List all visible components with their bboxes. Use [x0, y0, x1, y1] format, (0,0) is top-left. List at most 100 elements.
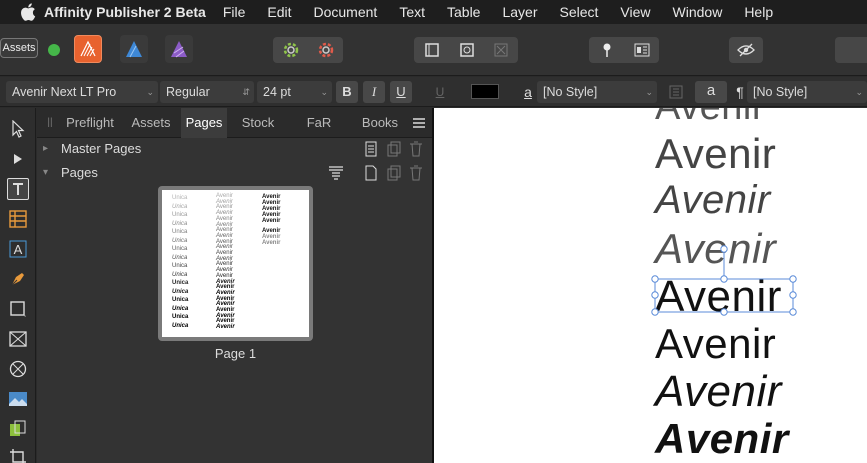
designer-persona-icon[interactable]: [120, 35, 148, 63]
underline-button[interactable]: U: [390, 81, 412, 103]
thumbnail-text-line: Unica: [172, 280, 189, 286]
selection-handle: [789, 275, 797, 283]
selection-handle: [789, 308, 797, 316]
italic-button[interactable]: I: [363, 81, 385, 103]
chevron-down-icon: ⌄: [320, 87, 328, 97]
context-toolbar: Avenir Next LT Pro ⌄ Regular ⇵ 24 pt ⌄ B I …: [0, 77, 867, 107]
menu-file[interactable]: File: [223, 4, 246, 20]
hide-icon[interactable]: [729, 37, 763, 63]
ellipse-frame-tool-icon[interactable]: [7, 358, 29, 380]
character-style-select[interactable]: [No Style] ⌄: [537, 81, 657, 103]
arrange-pages-icon[interactable]: [328, 165, 344, 181]
thumbnail-text-line: Unica: [172, 254, 188, 261]
menu-layer[interactable]: Layer: [502, 4, 537, 20]
view-bleed-icon[interactable]: [484, 43, 518, 57]
menu-help[interactable]: Help: [744, 4, 773, 20]
tools-panel: A: [0, 108, 36, 463]
delete-page-icon[interactable]: [409, 165, 423, 181]
table-tool-icon[interactable]: [7, 208, 29, 230]
frame-text-tool-icon[interactable]: [7, 178, 29, 200]
settings-gear-icon[interactable]: [273, 41, 308, 59]
snapping-gear-icon[interactable]: [308, 41, 343, 59]
main-toolbar: Assets: [0, 24, 867, 76]
tab-books[interactable]: Books: [351, 108, 409, 138]
node-tool-icon[interactable]: [7, 148, 29, 170]
menu-bar: Affinity Publisher 2 Beta File Edit Docu…: [0, 0, 867, 24]
status-dot: [48, 44, 60, 56]
strikethrough-icon[interactable]: U: [432, 81, 448, 103]
pen-tool-icon[interactable]: [7, 268, 29, 290]
page-thumbnail[interactable]: Unica Unica Unica Unica Unica Unica Unica Unica…: [158, 186, 313, 341]
thumbnail-text-line: Unica: [172, 220, 188, 227]
thumbnail-text-line: Unica: [172, 203, 188, 210]
paragraph-style-value: [No Style]: [753, 85, 808, 99]
font-family-select[interactable]: Avenir Next LT Pro ⌄: [6, 81, 158, 103]
thumbnail-text-line: Unica: [172, 271, 188, 278]
chevron-down-icon: ▾: [43, 167, 49, 178]
panel-menu-icon[interactable]: [409, 108, 429, 138]
selection-handle: [720, 275, 728, 283]
text-wrap-icon[interactable]: [624, 43, 659, 57]
chevron-down-icon: ⌄: [146, 87, 154, 97]
menu-table[interactable]: Table: [447, 4, 480, 20]
place-image-tool-icon[interactable]: [7, 388, 29, 410]
duplicate-master-icon[interactable]: [387, 141, 401, 157]
tab-far[interactable]: FaR: [289, 108, 349, 138]
rotation-handle: [720, 245, 728, 253]
selection-handle: [651, 308, 659, 316]
apple-logo-icon[interactable]: [20, 3, 36, 21]
preferences-group: [273, 37, 343, 63]
picture-frame-tool-icon[interactable]: [7, 328, 29, 350]
selection-handle: [789, 291, 797, 299]
menu-view[interactable]: View: [620, 4, 650, 20]
pages-label: Pages: [61, 165, 98, 180]
menu-edit[interactable]: Edit: [267, 4, 291, 20]
font-size-field[interactable]: 24 pt ⌄: [257, 81, 332, 103]
move-tool-icon[interactable]: [7, 118, 29, 140]
thumbnail-column-avenir-bold: Avenir Avenir Avenir Avenir Avenir Avenir Aven…: [262, 194, 280, 246]
thumbnail-text-line: Unica: [172, 288, 189, 295]
panel-grip-icon[interactable]: ||: [41, 108, 59, 138]
tab-assets[interactable]: Assets: [123, 108, 179, 138]
toolbar-overflow-button[interactable]: [835, 37, 867, 63]
add-page-icon[interactable]: [364, 165, 378, 181]
font-style-value: Regular: [166, 85, 210, 99]
master-pages-section[interactable]: ▸ Master Pages: [37, 137, 432, 161]
menu-document[interactable]: Document: [314, 4, 378, 20]
view-preview-icon[interactable]: [449, 42, 484, 58]
thumbnail-text-line: Unica: [172, 297, 189, 303]
photo-persona-icon[interactable]: [165, 35, 193, 63]
pin-icon[interactable]: [589, 42, 624, 58]
assets-button[interactable]: Assets: [0, 38, 38, 58]
studio-panel: || Preflight Assets Pages Stock FaR Book…: [37, 108, 432, 463]
thumbnail-text-line: Unica: [172, 314, 189, 320]
tab-preflight[interactable]: Preflight: [59, 108, 121, 138]
menu-select[interactable]: Select: [560, 4, 599, 20]
tab-stock[interactable]: Stock: [229, 108, 287, 138]
crop-tool-icon[interactable]: [7, 446, 29, 463]
font-style-select[interactable]: Regular ⇵: [160, 81, 254, 103]
add-master-icon[interactable]: [364, 141, 378, 157]
artistic-text-tool-icon[interactable]: A: [7, 238, 29, 260]
app-name[interactable]: Affinity Publisher 2 Beta: [44, 4, 206, 20]
paragraph-style-select[interactable]: [No Style] ⌄: [747, 81, 867, 103]
delete-master-icon[interactable]: [409, 141, 423, 157]
clear-style-icon[interactable]: [667, 83, 685, 101]
rectangle-tool-icon[interactable]: [7, 298, 29, 320]
pages-tool-icon[interactable]: [7, 418, 29, 440]
thumbnail-text-line: Unica: [172, 305, 189, 312]
menu-window[interactable]: Window: [673, 4, 723, 20]
tab-pages[interactable]: Pages: [181, 108, 227, 138]
thumbnail-text-line: Unica: [172, 237, 188, 244]
bold-button[interactable]: B: [336, 81, 358, 103]
menu-text[interactable]: Text: [399, 4, 425, 20]
duplicate-page-icon[interactable]: [387, 165, 401, 181]
pilcrow-icon: ¶: [736, 84, 744, 100]
view-normal-icon[interactable]: [414, 42, 449, 58]
pages-section[interactable]: ▾ Pages: [37, 161, 432, 185]
a-style-button[interactable]: a: [695, 81, 727, 103]
publisher-persona-icon[interactable]: [74, 35, 102, 63]
text-color-swatch[interactable]: [471, 84, 499, 99]
thumbnail-text-line: Unica: [172, 229, 188, 235]
document-canvas[interactable]: Avenir Avenir Avenir Avenir Avenir Aveni…: [434, 108, 867, 463]
